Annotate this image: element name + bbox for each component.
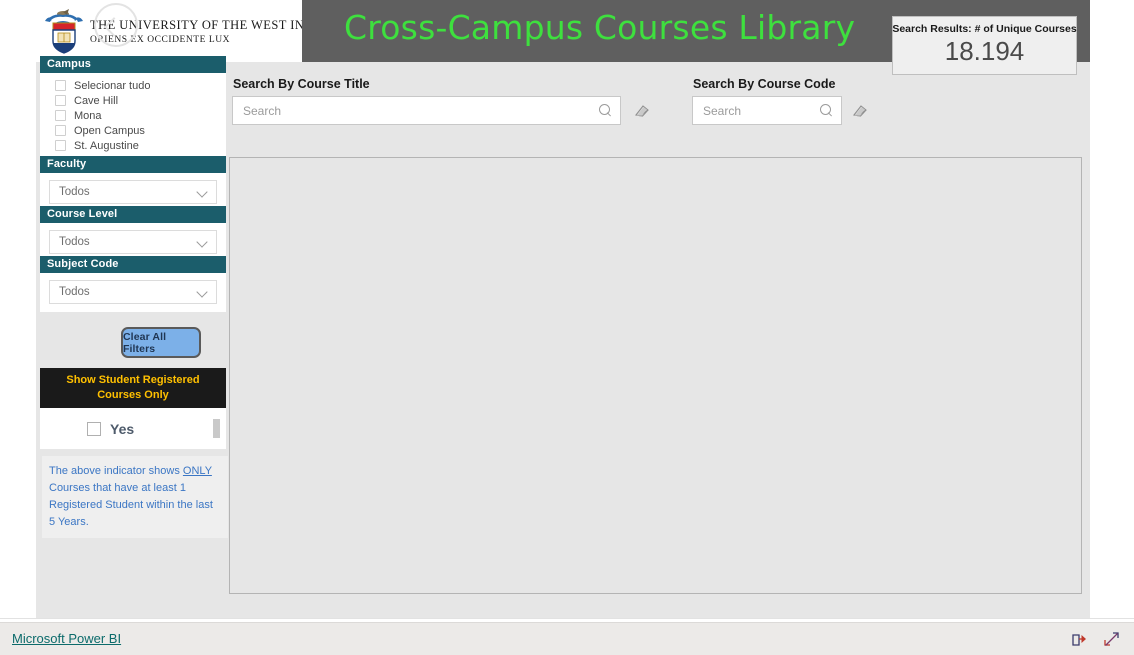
checkbox-icon[interactable] (55, 140, 66, 151)
subject-code-dropdown-wrap: Todos (40, 273, 226, 312)
chevron-down-icon[interactable] (197, 237, 208, 248)
search-course-title-input[interactable]: Search (232, 96, 621, 125)
chevron-down-icon[interactable] (197, 287, 208, 298)
clear-title-search-icon[interactable] (634, 104, 650, 118)
footer-bar: Microsoft Power BI (0, 622, 1134, 655)
campus-option-st-augustine[interactable]: St. Augustine (40, 138, 226, 153)
share-icon[interactable] (1071, 631, 1088, 647)
campus-option-label: Selecionar tudo (74, 79, 151, 92)
search-icon[interactable] (820, 104, 833, 117)
clear-code-search-icon[interactable] (852, 104, 868, 118)
note-suffix: Courses that have at least 1 Registered … (49, 482, 213, 528)
search-title-label: Search By Course Title (233, 77, 370, 91)
clear-all-filters-button[interactable]: Clear All Filters (121, 327, 201, 358)
campus-option-label: Mona (74, 109, 102, 122)
university-logo-block: THE UNIVERSITY OF THE WEST INDIES ORIENS… (36, 0, 302, 62)
slicer-subject-code-header: Subject Code (40, 256, 226, 273)
page-title: Cross-Campus Courses Library (344, 8, 856, 47)
campus-option-label: Open Campus (74, 124, 145, 137)
campus-option-cave-hill[interactable]: Cave Hill (40, 93, 226, 108)
power-bi-report-page: THE UNIVERSITY OF THE WEST INDIES ORIENS… (0, 0, 1134, 655)
search-course-title-placeholder: Search (243, 103, 282, 118)
campus-option-label: St. Augustine (74, 139, 139, 152)
search-icon[interactable] (599, 104, 612, 117)
search-results-card: Search Results: # of Unique Courses 18.1… (892, 16, 1077, 75)
registered-only-note: The above indicator shows ONLY Courses t… (42, 456, 228, 538)
chevron-down-icon[interactable] (197, 187, 208, 198)
subject-code-selected-value: Todos (59, 286, 90, 298)
courses-table-panel[interactable] (229, 157, 1082, 594)
report-canvas: THE UNIVERSITY OF THE WEST INDIES ORIENS… (36, 0, 1090, 618)
registered-only-yes-label: Yes (110, 420, 135, 437)
campus-option-label: Cave Hill (74, 94, 119, 107)
checkbox-icon[interactable] (87, 421, 101, 436)
search-code-label: Search By Course Code (693, 77, 836, 91)
slicer-faculty-header: Faculty (40, 156, 226, 173)
note-text: The above indicator shows ONLY Courses t… (49, 463, 218, 531)
campus-option-list: Selecionar tudo Cave Hill Mona Open Camp… (40, 73, 226, 157)
search-results-value: 18.194 (944, 36, 1025, 66)
note-prefix: The above indicator shows (49, 465, 183, 477)
microsoft-power-bi-link[interactable]: Microsoft Power BI (12, 631, 121, 646)
slicer-course-level: Course Level Todos (40, 206, 226, 262)
fullscreen-icon[interactable] (1103, 631, 1120, 647)
faculty-selected-value: Todos (59, 186, 90, 198)
checkbox-icon[interactable] (55, 110, 66, 121)
slicer-course-level-header: Course Level (40, 206, 226, 223)
search-course-code-placeholder: Search (703, 103, 742, 118)
search-course-code-input[interactable]: Search (692, 96, 842, 125)
registered-only-slicer: Yes (40, 408, 226, 449)
course-level-dropdown[interactable]: Todos (49, 230, 217, 254)
slicer-campus-header: Campus (40, 56, 226, 73)
checkbox-icon[interactable] (55, 80, 66, 91)
university-motto: ORIENS EX OCCIDENTE LUX (90, 34, 231, 45)
uwi-crest-icon (42, 7, 86, 55)
slicer-campus: Campus Selecionar tudo Cave Hill Mona Op… (40, 56, 226, 157)
slicer-scrollbar[interactable] (213, 419, 220, 438)
campus-option-mona[interactable]: Mona (40, 108, 226, 123)
campus-option-select-all[interactable]: Selecionar tudo (40, 78, 226, 93)
faculty-dropdown[interactable]: Todos (49, 180, 217, 204)
note-emphasis: ONLY (182, 465, 212, 477)
slicer-faculty: Faculty Todos (40, 156, 226, 212)
registered-only-header: Show Student Registered Courses Only (40, 368, 226, 408)
university-name: THE UNIVERSITY OF THE WEST INDIES (90, 17, 302, 32)
search-results-label: Search Results: # of Unique Courses (892, 23, 1077, 35)
checkbox-icon[interactable] (55, 95, 66, 106)
checkbox-icon[interactable] (55, 125, 66, 136)
slicer-subject-code: Subject Code Todos (40, 256, 226, 312)
registered-only-yes-option[interactable]: Yes (87, 421, 134, 437)
subject-code-dropdown[interactable]: Todos (49, 280, 217, 304)
campus-option-open-campus[interactable]: Open Campus (40, 123, 226, 138)
course-level-selected-value: Todos (59, 236, 90, 248)
